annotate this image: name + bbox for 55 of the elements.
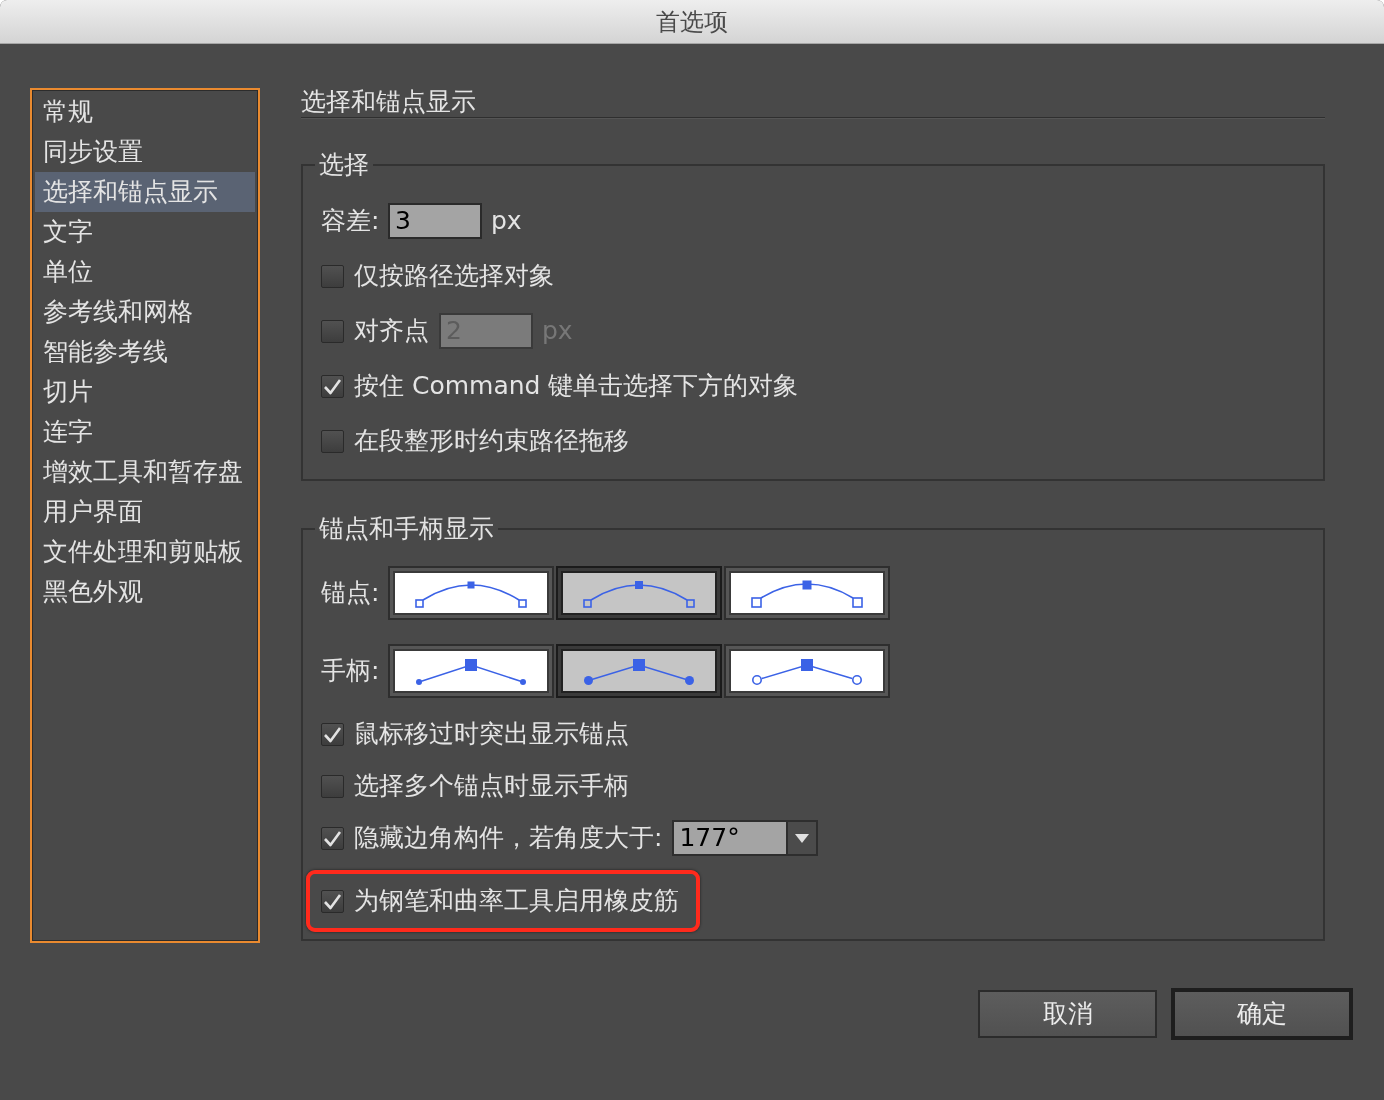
sidebar-item[interactable]: 连字 [35, 412, 255, 452]
anchor-style-button[interactable] [388, 566, 554, 620]
angle-dropdown[interactable]: 177° [672, 820, 819, 856]
dialog-button[interactable]: 取消 [978, 990, 1157, 1038]
caret-down-icon [795, 833, 810, 843]
checkbox[interactable] [321, 889, 344, 913]
checkmark-icon [323, 892, 342, 910]
group-title: 选择 [318, 150, 370, 180]
sidebar-item[interactable]: 单位 [35, 252, 255, 292]
sidebar-item[interactable]: 增效工具和暂存盘 [35, 452, 255, 492]
checkbox[interactable] [321, 722, 344, 746]
checkmark-icon [323, 377, 342, 395]
checkbox-label[interactable]: 选择多个锚点时显示手柄 [354, 770, 629, 802]
sidebar-item[interactable]: 常规 [35, 92, 255, 132]
sidebar-item[interactable]: 用户界面 [35, 492, 255, 532]
sidebar-item[interactable]: 文件处理和剪贴板 [35, 532, 255, 572]
field-label: 锚点: [321, 577, 381, 609]
handle-line-icon [415, 656, 527, 686]
checkmark-icon [323, 829, 342, 847]
dialog-button[interactable]: 确定 [1171, 988, 1353, 1040]
sidebar-item[interactable]: 文字 [35, 212, 255, 252]
unit-label: px [491, 205, 522, 237]
sidebar-item[interactable]: 同步设置 [35, 132, 255, 172]
anchor-curve-icon [751, 578, 863, 608]
window-title: 首选项 [656, 6, 728, 37]
checkbox[interactable] [321, 774, 344, 798]
checkmark-icon [323, 725, 342, 743]
field-label: 容差: [321, 205, 381, 237]
sidebar-item[interactable]: 选择和锚点显示 [35, 172, 255, 212]
checkbox-label[interactable]: 鼠标移过时突出显示锚点 [354, 718, 629, 750]
checkbox[interactable] [321, 429, 344, 453]
checkbox-label[interactable]: 仅按路径选择对象 [354, 260, 554, 292]
checkbox-label[interactable]: 为钢笔和曲率工具启用橡皮筋 [354, 885, 679, 917]
checkbox[interactable] [321, 826, 344, 850]
checkbox[interactable] [321, 264, 344, 288]
handle-style-button[interactable] [388, 644, 554, 698]
number-field[interactable]: 3 [388, 203, 482, 239]
anchor-style-button[interactable] [556, 566, 722, 620]
handle-line-icon [583, 656, 695, 686]
anchor-style-button[interactable] [724, 566, 890, 620]
handle-line-icon [751, 656, 863, 686]
checkbox-label[interactable]: 在段整形时约束路径拖移 [354, 425, 629, 457]
sidebar-item[interactable]: 黑色外观 [35, 572, 255, 612]
checkbox[interactable] [321, 374, 344, 398]
sidebar-item[interactable]: 切片 [35, 372, 255, 412]
section-title: 选择和锚点显示 [301, 87, 476, 117]
handle-style-button[interactable] [556, 644, 722, 698]
checkbox-label[interactable]: 隐藏边角构件，若角度大于: [354, 822, 663, 854]
sidebar-item[interactable]: 参考线和网格 [35, 292, 255, 332]
anchor-curve-icon [583, 578, 695, 608]
field-label: 手柄: [321, 655, 381, 687]
checkbox-label[interactable]: 按住 Command 键单击选择下方的对象 [354, 370, 799, 402]
handle-style-button[interactable] [724, 644, 890, 698]
sidebar-item[interactable]: 智能参考线 [35, 332, 255, 372]
group-title: 锚点和手柄显示 [318, 514, 495, 544]
